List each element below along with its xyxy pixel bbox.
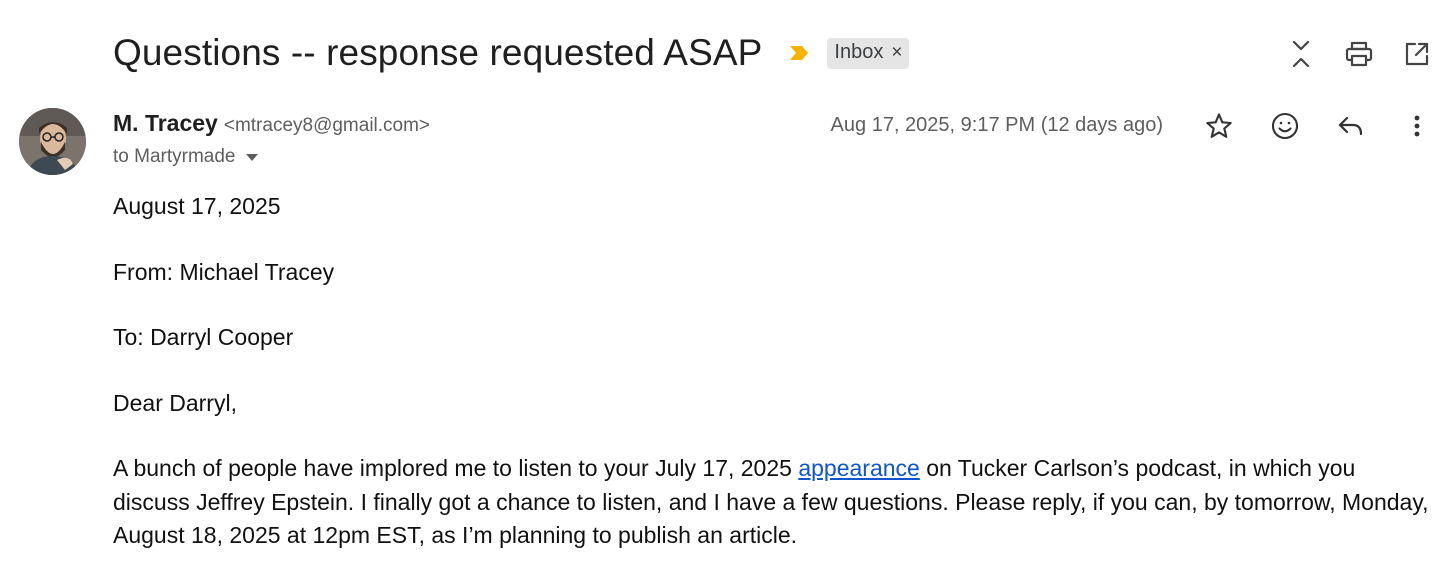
label-chip-text: Inbox: [834, 41, 884, 63]
chevron-down-icon[interactable]: [245, 146, 259, 168]
subject-row: Questions -- response requested ASAP Inb…: [113, 30, 910, 76]
body-paragraph: A bunch of people have implored me to li…: [113, 452, 1433, 553]
sender-info: M. Tracey <mtracey8@gmail.com>: [113, 110, 430, 137]
recipient-text: to Martyrmade: [113, 146, 236, 167]
body-from-line: From: Michael Tracey: [113, 258, 335, 285]
sender-email: <mtracey8@gmail.com>: [223, 115, 431, 136]
emoji-react-icon[interactable]: [1252, 106, 1318, 146]
sender-name[interactable]: M. Tracey: [113, 110, 218, 137]
star-icon[interactable]: [1186, 106, 1252, 146]
open-in-new-window-icon[interactable]: [1388, 36, 1446, 72]
message-date: Aug 17, 2025, 9:17 PM (12 days ago): [830, 114, 1163, 136]
thread-toolbar: [1272, 36, 1446, 72]
message-body: August 17, 2025 From: Michael Tracey To:…: [113, 190, 1433, 585]
body-greeting: Dear Darryl,: [113, 389, 237, 416]
body-paragraph-text-start: A bunch of people have implored me to li…: [113, 455, 799, 481]
appearance-link[interactable]: appearance: [798, 455, 920, 481]
importance-marker-icon[interactable]: [788, 42, 810, 64]
body-date-line: August 17, 2025: [113, 193, 281, 219]
remove-label-button[interactable]: ×: [891, 42, 902, 64]
sender-avatar[interactable]: [19, 108, 86, 175]
reply-icon[interactable]: [1318, 106, 1384, 146]
label-chip-inbox: Inbox ×: [827, 37, 910, 69]
more-vert-icon[interactable]: [1384, 106, 1450, 146]
message-actions: [1186, 106, 1450, 146]
print-icon[interactable]: [1330, 36, 1388, 72]
collapse-all-icon[interactable]: [1272, 36, 1330, 72]
email-subject: Questions -- response requested ASAP: [113, 32, 763, 73]
recipient-row: to Martyrmade: [113, 146, 259, 168]
body-to-line: To: Darryl Cooper: [113, 324, 294, 350]
